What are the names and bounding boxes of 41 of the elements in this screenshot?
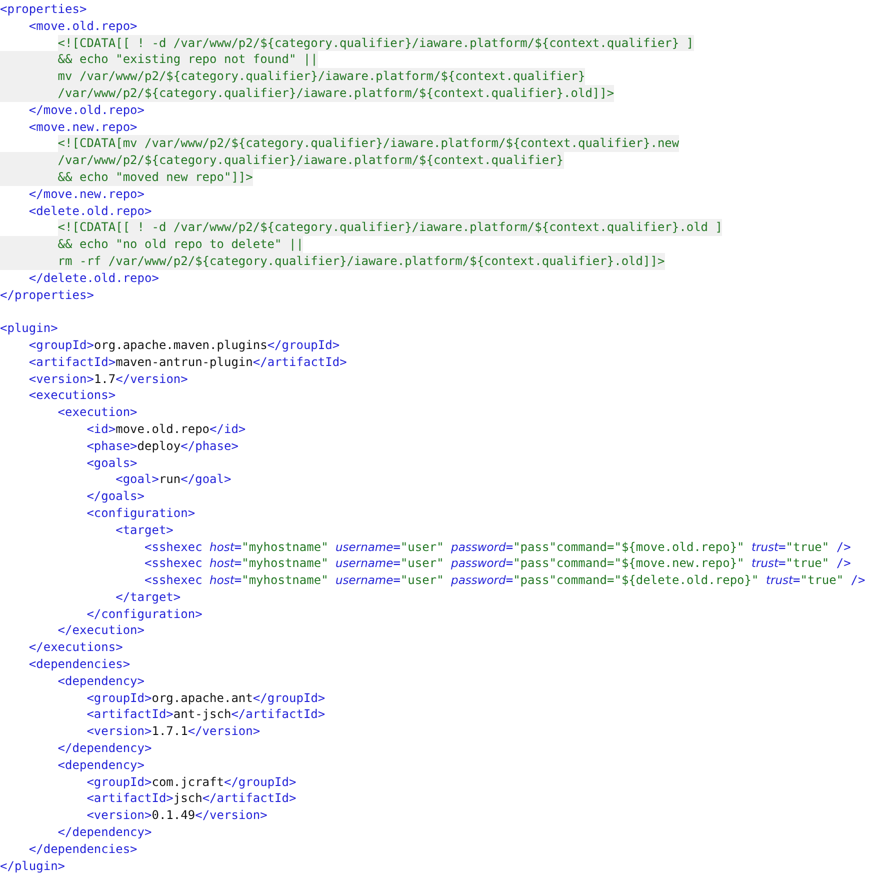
code-line: <version>0.1.49</version> — [86, 807, 268, 824]
code-line: <properties> — [0, 1, 87, 18]
code-line: </move.old.repo> — [28, 102, 144, 119]
code-line: <version>1.7.1</version> — [86, 723, 260, 740]
code-line: </target> — [114, 588, 181, 606]
code-line: <sshexec host="myhostname" username="user" password="pass"command="${move.new.repo}" trust="true" /> — [144, 555, 851, 572]
code-line: <artifactId>maven-antrun-plugin</artifactId> — [28, 354, 347, 371]
code-line: <dependency> — [56, 756, 144, 774]
code-line: </move.new.repo> — [28, 186, 144, 203]
code-line: <move.new.repo> — [28, 118, 138, 136]
code-line: </execution> — [56, 622, 144, 640]
code-line: <version>1.7</version> — [28, 370, 188, 388]
code-line: <phase>deploy</phase> — [86, 438, 238, 455]
code-line: <target> — [114, 522, 174, 538]
code-line: <sshexec host="myhostname" username="user" password="pass"command="${delete.old.repo}" trust="true" /> — [144, 572, 866, 589]
code-line: <execution> — [56, 404, 138, 421]
code-line: <groupId>org.apache.ant</groupId> — [86, 690, 326, 706]
code-line: <dependency> — [56, 672, 144, 690]
code-line: <delete.old.repo> — [28, 202, 152, 220]
code-line: </goals> — [86, 488, 144, 505]
code-line: <goals> — [86, 454, 138, 472]
code-line: <groupId>com.jcraft</groupId> — [86, 774, 296, 790]
code-line: <artifactId>ant-jsch</artifactId> — [86, 706, 326, 724]
code-line: </properties> — [0, 286, 94, 304]
code-line: </dependencies> — [28, 840, 138, 858]
code-line: <move.old.repo> — [28, 18, 138, 35]
code-line: </plugin> — [0, 858, 66, 874]
code-line: </executions> — [28, 639, 123, 656]
code-line: <plugin> — [0, 320, 58, 337]
code-line: <configuration> — [86, 504, 196, 522]
code-line: <groupId>org.apache.maven.plugins</groupId> — [28, 336, 340, 354]
code-line: <artifactId>jsch</artifactId> — [86, 790, 296, 808]
code-line: </configuration> — [86, 606, 202, 622]
code-line: <goal>run</goal> — [114, 471, 232, 488]
code-line: <dependencies> — [28, 656, 130, 673]
code-line: <id>move.old.repo</id> — [86, 420, 246, 438]
code-line: </delete.old.repo> — [28, 270, 159, 287]
code-line: <sshexec host="myhostname" username="user" password="pass"command="${move.old.repo}" trust="true" /> — [144, 538, 851, 556]
code-line: </dependency> — [56, 824, 152, 841]
code-line: <executions> — [28, 387, 116, 404]
code-line: </dependency> — [56, 740, 152, 757]
